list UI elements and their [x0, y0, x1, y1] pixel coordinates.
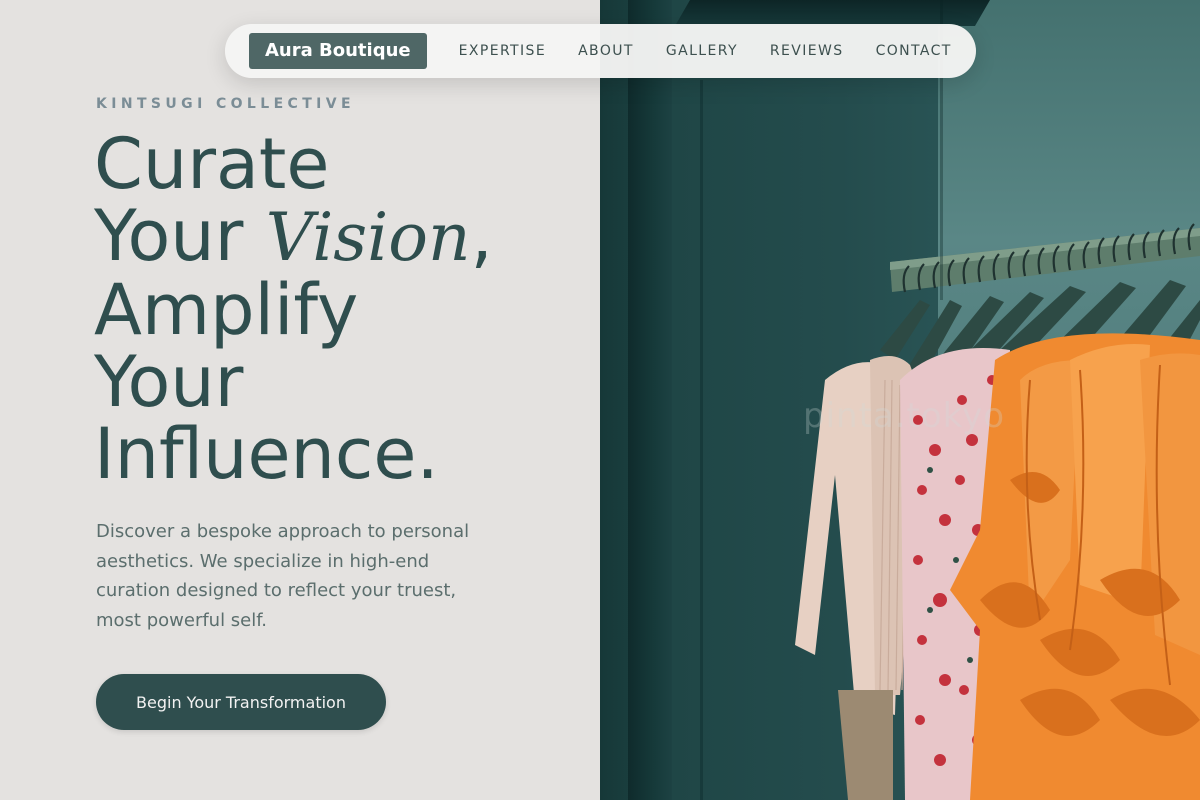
- headline-line-4: Your: [94, 341, 244, 423]
- nav-about[interactable]: ABOUT: [562, 43, 650, 59]
- brand-logo[interactable]: Aura Boutique: [249, 33, 427, 69]
- headline-italic-word: Vision: [265, 199, 471, 276]
- begin-transformation-button[interactable]: Begin Your Transformation: [96, 674, 386, 730]
- image-watermark: pinta.tokyo: [803, 396, 1006, 436]
- hero-description: Discover a bespoke approach to personal …: [96, 521, 470, 631]
- headline-line-2-pre: Your: [94, 195, 266, 277]
- headline-line-1: Curate: [94, 123, 330, 205]
- nav-expertise[interactable]: EXPERTISE: [443, 43, 562, 59]
- hero-eyebrow: KINTSUGI COLLECTIVE: [96, 96, 355, 112]
- headline-line-3: Amplify: [94, 269, 359, 351]
- hero-image: pinta.tokyo: [600, 0, 1200, 800]
- headline-line-2-post: ,: [470, 195, 493, 277]
- top-navigation: Aura Boutique EXPERTISE ABOUT GALLERY RE…: [225, 24, 976, 78]
- headline-line-5: Influence.: [94, 413, 439, 495]
- nav-contact[interactable]: CONTACT: [860, 43, 968, 59]
- nav-gallery[interactable]: GALLERY: [650, 43, 754, 59]
- hero-headline: Curate Your Vision, Amplify Your Influen…: [94, 128, 594, 490]
- nav-reviews[interactable]: REVIEWS: [754, 43, 860, 59]
